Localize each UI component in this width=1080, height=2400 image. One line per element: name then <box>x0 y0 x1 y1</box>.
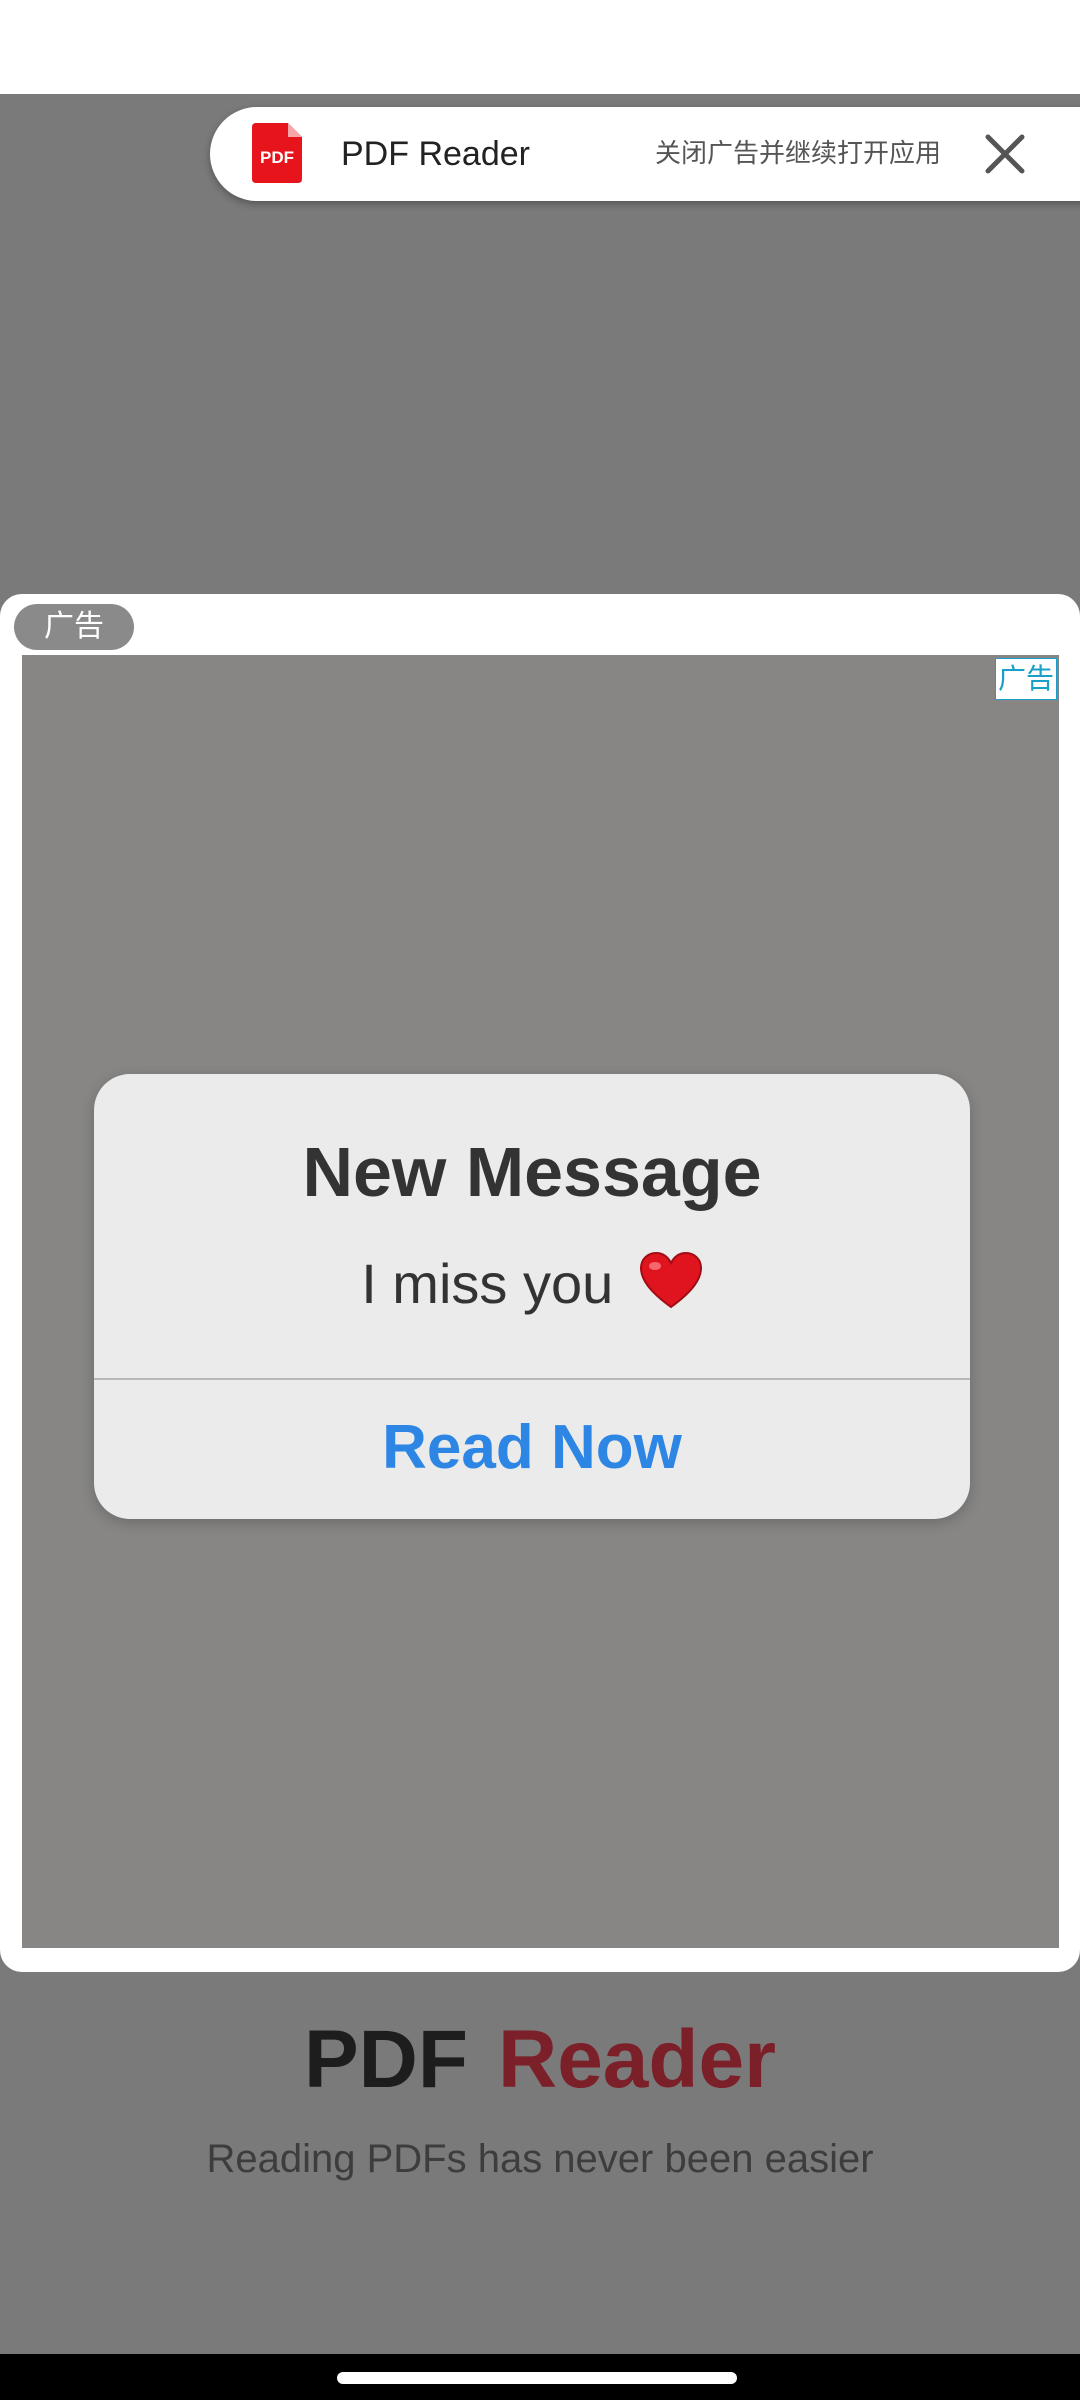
brand-word-reader: Reader <box>497 2014 777 2105</box>
pdf-app-icon: PDF <box>252 123 302 183</box>
dialog-message-row: I miss you <box>94 1249 970 1319</box>
heart-icon <box>639 1251 702 1309</box>
read-now-button[interactable]: Read Now <box>94 1408 970 1488</box>
status-bar <box>0 0 1080 94</box>
brand-title: PDF Reader <box>0 2012 1080 2108</box>
adchoice-label[interactable]: 广告 <box>995 658 1057 700</box>
message-dialog[interactable]: New Message I miss you Read Now <box>94 1074 970 1519</box>
app-name: PDF Reader <box>341 135 530 173</box>
dialog-divider <box>94 1378 970 1380</box>
brand-word-pdf: PDF <box>303 2014 468 2105</box>
close-icon[interactable] <box>980 129 1030 179</box>
ad-badge: 广告 <box>14 604 134 650</box>
pdf-app-icon-label: PDF <box>260 148 294 167</box>
home-indicator[interactable] <box>337 2372 737 2384</box>
ad-close-bar: PDF PDF Reader 关闭广告并继续打开应用 <box>210 107 1080 201</box>
dialog-message: I miss you <box>361 1252 614 1315</box>
close-ad-hint[interactable]: 关闭广告并继续打开应用 <box>655 133 941 175</box>
dialog-title: New Message <box>302 1133 762 1211</box>
brand-tagline: Reading PDFs has never been easier <box>206 2137 874 2181</box>
